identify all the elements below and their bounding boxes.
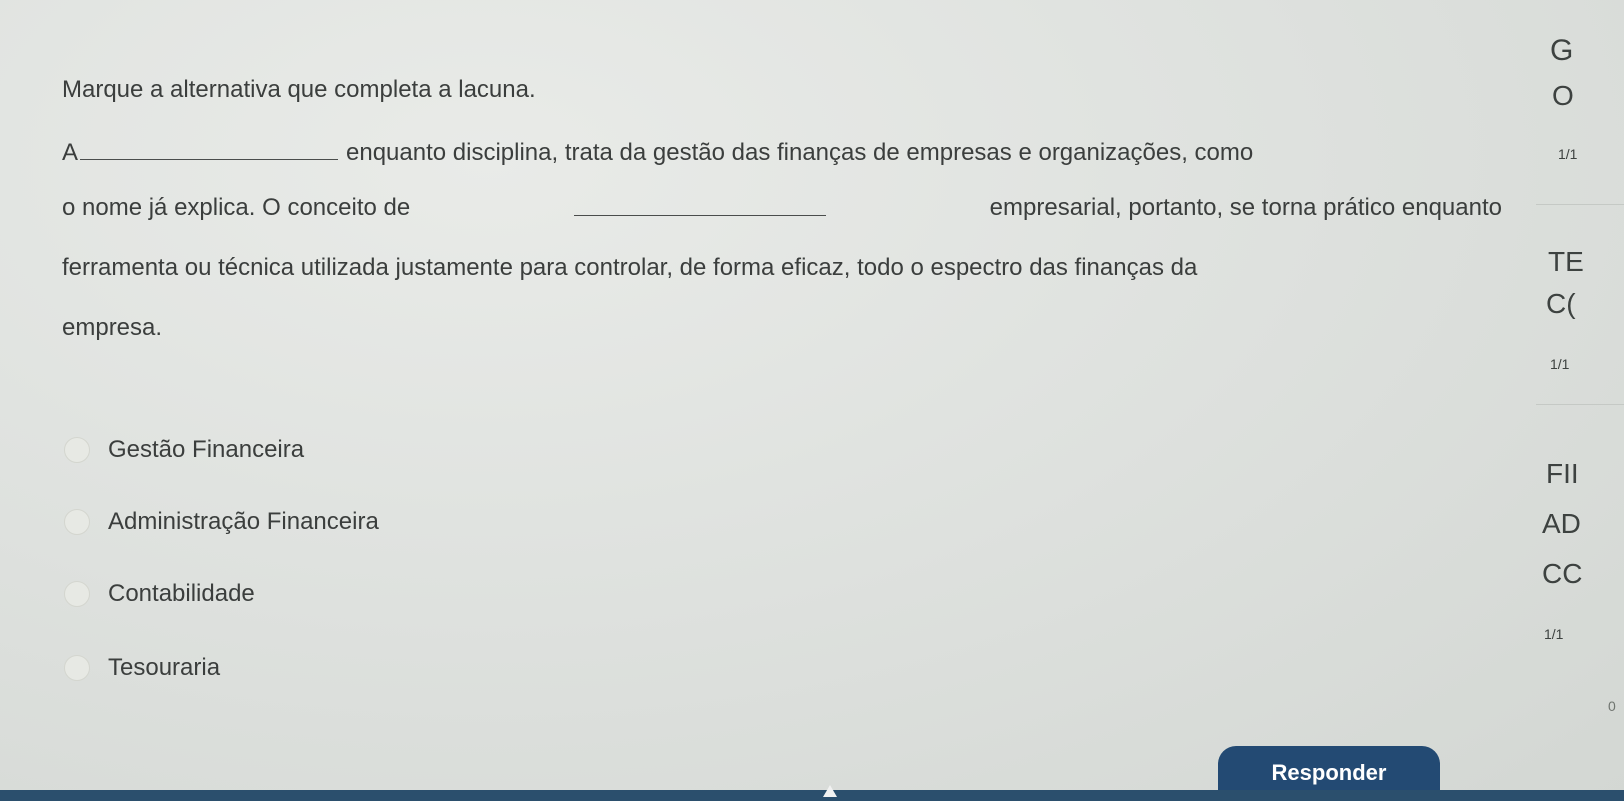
question-line-3: ferramenta ou técnica utilizada justamen… [62,254,1198,281]
cursor-icon [823,785,837,797]
radio-button[interactable] [64,437,90,463]
radio-button[interactable] [64,509,90,535]
sidebar-count-2: 1/1 [1550,356,1570,372]
question-line-1-start: A [62,139,79,166]
right-sidebar: G O 1/1 TE C( 1/1 FII AD CC 1/1 0 [1520,0,1624,801]
option-administracao-financeira[interactable]: Administração Financeira [62,508,379,536]
question-instruction: Marque a alternativa que completa a lacu… [62,76,536,103]
option-tesouraria[interactable]: Tesouraria [62,654,220,682]
radio-button[interactable] [64,655,90,681]
option-label: Gestão Financeira [108,436,305,463]
sidebar-letter-cc: CC [1542,558,1583,589]
sidebar-count-1: 1/1 [1558,146,1578,162]
sidebar-letter-g: G [1550,34,1574,67]
question-line-2-end: empresarial, portanto, se torna prático … [989,194,1502,221]
question-line-1-end: enquanto disciplina, trata da gestão das… [346,139,1254,166]
question-line-2: o nome já explica. O conceito de empresa… [62,194,1502,222]
sidebar-zero: 0 [1608,698,1616,714]
sidebar-letter-o: O [1552,80,1574,111]
question-line-1: Aenquanto disciplina, trata da gestão da… [62,138,1253,167]
option-label: Tesouraria [108,654,221,681]
sidebar-divider [1536,204,1624,205]
blank-2 [573,194,826,216]
sidebar-count-3: 1/1 [1544,626,1564,642]
option-label: Contabilidade [108,580,255,607]
blank-1 [80,138,339,160]
sidebar-letter-c: C( [1546,288,1576,319]
sidebar-letter-te: TE [1548,246,1584,277]
question-line-4: empresa. [62,314,163,341]
option-contabilidade[interactable]: Contabilidade [62,580,255,608]
radio-button[interactable] [64,581,90,607]
sidebar-divider [1536,404,1624,405]
option-gestao-financeira[interactable]: Gestão Financeira [62,436,304,464]
sidebar-letter-ad: AD [1542,508,1581,539]
sidebar-letter-fi: FII [1546,458,1579,489]
screen: Marque a alternativa que completa a lacu… [0,0,1624,801]
question-panel: Marque a alternativa que completa a lacu… [0,0,1520,801]
question-line-2-start: o nome já explica. O conceito de [62,194,411,221]
option-label: Administração Financeira [108,508,379,535]
bottom-bar [0,790,1624,801]
